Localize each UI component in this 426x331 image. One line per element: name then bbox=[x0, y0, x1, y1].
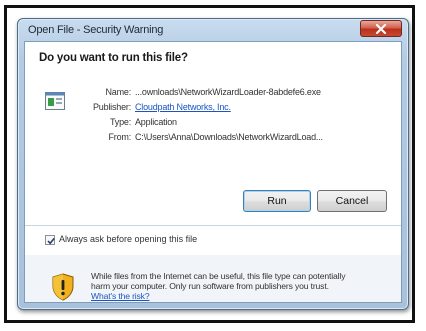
close-button[interactable] bbox=[360, 20, 402, 37]
whats-the-risk-link[interactable]: What's the risk? bbox=[91, 291, 150, 301]
warning-message: While files from the Internet can be use… bbox=[91, 271, 351, 301]
divider bbox=[25, 225, 401, 226]
name-value: ...ownloads\NetworkWizardLoader-8abdefe6… bbox=[135, 87, 321, 97]
from-label: From: bbox=[108, 132, 132, 142]
checkmark-icon bbox=[47, 237, 55, 245]
name-label: Name: bbox=[105, 87, 131, 97]
always-ask-label[interactable]: Always ask before opening this file bbox=[59, 234, 197, 244]
run-button[interactable]: Run bbox=[243, 190, 311, 212]
publisher-link[interactable]: Cloudpath Networks, Inc. bbox=[135, 102, 231, 112]
warning-text: While files from the Internet can be use… bbox=[91, 271, 346, 291]
application-icon bbox=[45, 92, 65, 110]
close-icon bbox=[375, 24, 387, 34]
title-bar[interactable]: Open File - Security Warning bbox=[18, 19, 408, 41]
dialog-prompt: Do you want to run this file? bbox=[39, 52, 188, 64]
security-warning-dialog: Open File - Security Warning Do you want… bbox=[17, 18, 409, 310]
from-value: C:\Users\Anna\Downloads\NetworkWizardLoa… bbox=[135, 132, 323, 142]
publisher-label: Publisher: bbox=[92, 102, 131, 112]
window-title: Open File - Security Warning bbox=[28, 24, 164, 36]
dialog-content: Do you want to run this file? Name: ...o… bbox=[24, 41, 402, 303]
shield-warning-icon bbox=[52, 273, 74, 301]
cancel-button[interactable]: Cancel bbox=[317, 190, 387, 212]
always-ask-checkbox[interactable] bbox=[45, 235, 55, 245]
type-value: Application bbox=[135, 117, 177, 127]
warning-footer: While files from the Internet can be use… bbox=[25, 255, 401, 302]
type-label: Type: bbox=[109, 117, 131, 127]
